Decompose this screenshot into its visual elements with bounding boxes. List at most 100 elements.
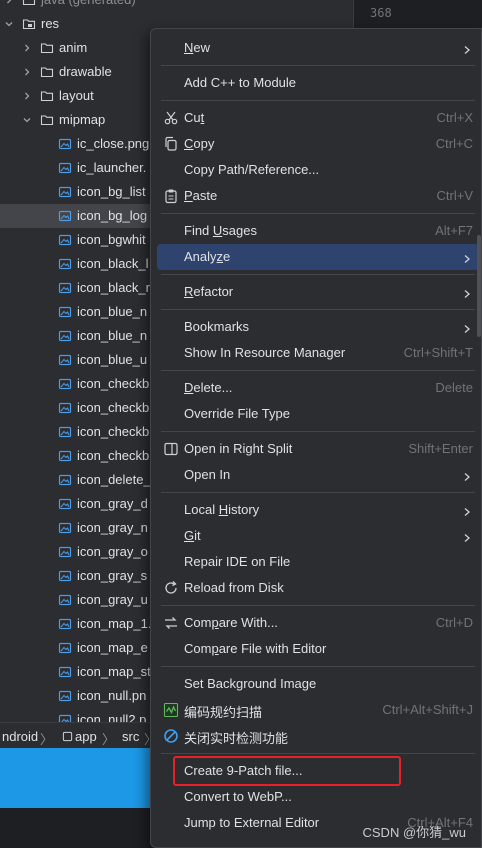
menu-item-set-background[interactable]: Set Background Image: [157, 671, 479, 697]
image-file-icon: [58, 257, 72, 271]
image-file-icon: [58, 161, 72, 175]
tree-item-label: icon_gray_o: [77, 544, 148, 559]
scan-icon: [163, 702, 179, 718]
image-file-icon: [58, 353, 72, 367]
menu-item-label: Refactor: [184, 284, 234, 299]
menu-item-git[interactable]: Git: [157, 523, 479, 549]
menu-item-cut[interactable]: Cut Ctrl+X: [157, 105, 479, 131]
module-icon: [62, 730, 73, 745]
image-file-icon: [58, 665, 72, 679]
tree-item-label: icon_bg_list: [77, 184, 146, 199]
menu-item-label: Override File Type: [184, 406, 290, 421]
menu-item-label: Copy Path/Reference...: [184, 162, 320, 177]
breadcrumb-item[interactable]: ndroid: [2, 729, 38, 744]
menu-item-analyze[interactable]: Analyze: [157, 244, 479, 270]
menu-item-label: Cut: [184, 110, 205, 125]
folder-icon: [40, 89, 54, 103]
tree-item-label: icon_blue_n: [77, 304, 148, 319]
menu-item-label: Open in Right Split: [184, 441, 293, 456]
menu-item-convert-webp[interactable]: Convert to WebP...: [157, 784, 479, 810]
menu-scrollbar[interactable]: [477, 235, 481, 337]
menu-item-new[interactable]: New: [157, 35, 479, 61]
menu-item-override-file-type[interactable]: Override File Type: [157, 401, 479, 427]
menu-separator: [161, 309, 475, 310]
menu-item-find-usages[interactable]: Find Usages Alt+F7: [157, 218, 479, 244]
menu-item-copy[interactable]: Copy Ctrl+C: [157, 131, 479, 157]
menu-separator: [161, 605, 475, 606]
menu-item-label: Reload from Disk: [184, 580, 284, 595]
tree-item-label: icon_bg_log: [77, 208, 148, 223]
menu-item-disable-realtime[interactable]: 关闭实时检测功能: [157, 723, 479, 749]
menu-item-open-in[interactable]: Open In: [157, 462, 479, 488]
tree-item-label: layout: [59, 88, 94, 103]
breadcrumb-item[interactable]: src: [122, 729, 139, 744]
menu-item-refactor[interactable]: Refactor: [157, 279, 479, 305]
menu-separator: [161, 100, 475, 101]
image-file-icon: [58, 689, 72, 703]
tree-item-label: icon_delete_: [77, 472, 151, 487]
menu-item-shortcut: Ctrl+D: [435, 615, 473, 630]
chevron-down-icon[interactable]: [22, 115, 32, 125]
menu-item-coding-guidelines[interactable]: 编码规约扫描 Ctrl+Alt+Shift+J: [157, 697, 479, 723]
image-file-icon: [58, 713, 72, 722]
menu-item-label: Compare File with Editor: [184, 641, 327, 656]
menu-item-shortcut: Ctrl+Shift+T: [403, 345, 473, 360]
menu-item-compare-with[interactable]: Compare With... Ctrl+D: [157, 610, 479, 636]
menu-separator: [161, 370, 475, 371]
chevron-right-icon: [463, 43, 471, 54]
breadcrumb-separator: 〉: [102, 732, 116, 747]
menu-item-shortcut: Ctrl+X: [436, 110, 473, 125]
menu-item-repair-ide[interactable]: Repair IDE on File: [157, 549, 479, 575]
menu-item-label: Analyze: [184, 249, 231, 264]
menu-item-label: Jump to External Editor: [184, 815, 320, 830]
menu-item-label: Copy: [184, 136, 215, 151]
menu-item-reload-disk[interactable]: Reload from Disk: [157, 575, 479, 601]
image-file-icon: [58, 521, 72, 535]
image-file-icon: [58, 281, 72, 295]
tree-item-label: anim: [59, 40, 88, 55]
chevron-down-icon[interactable]: [4, 19, 14, 29]
chevron-right-icon[interactable]: [4, 0, 14, 5]
menu-item-open-right-split[interactable]: Open in Right Split Shift+Enter: [157, 436, 479, 462]
tree-item-label: icon_map_1.: [77, 616, 152, 631]
menu-item-show-resource-manager[interactable]: Show In Resource Manager Ctrl+Shift+T: [157, 340, 479, 366]
tree-item-label: mipmap: [59, 112, 106, 127]
chevron-right-icon[interactable]: [22, 67, 32, 77]
tree-item-label: icon_checkb: [77, 424, 150, 439]
tree-item-label: icon_black_l: [77, 256, 149, 271]
image-file-icon: [58, 377, 72, 391]
tree-item-label: icon_blue_u: [77, 352, 148, 367]
reload-icon: [163, 580, 179, 596]
menu-item-bookmarks[interactable]: Bookmarks: [157, 314, 479, 340]
tree-item-label: icon_null.pn: [77, 688, 147, 703]
menu-item-add-cpp[interactable]: Add C++ to Module: [157, 70, 479, 96]
image-file-icon: [58, 617, 72, 631]
chevron-right-icon[interactable]: [22, 43, 32, 53]
tree-item-label: icon_map_st: [77, 664, 151, 679]
resource-folder-icon: [22, 17, 36, 31]
folder-icon: [40, 113, 54, 127]
menu-item-local-history[interactable]: Local History: [157, 497, 479, 523]
tree-item-label: icon_checkb: [77, 376, 150, 391]
image-file-icon: [58, 473, 72, 487]
tree-item-label: ic_launcher.: [77, 160, 147, 175]
menu-item-paste[interactable]: Paste Ctrl+V: [157, 183, 479, 209]
folder-icon: [40, 65, 54, 79]
menu-separator: [161, 431, 475, 432]
chevron-right-icon: [463, 505, 471, 516]
breadcrumb-item[interactable]: app: [75, 729, 97, 744]
tree-item-label: drawable: [59, 64, 112, 79]
menu-item-copy-path[interactable]: Copy Path/Reference...: [157, 157, 479, 183]
image-file-icon: [58, 641, 72, 655]
chevron-right-icon: [463, 252, 471, 263]
tree-item-label: icon_gray_n: [77, 520, 148, 535]
breadcrumb-separator: 〉: [40, 732, 54, 747]
menu-item-delete[interactable]: Delete... Delete: [157, 375, 479, 401]
menu-item-compare-editor[interactable]: Compare File with Editor: [157, 636, 479, 662]
copy-icon: [163, 136, 179, 152]
context-menu: New Add C++ to Module Cut Ctrl+X Copy Ctrl+C C…: [150, 28, 482, 848]
menu-item-label: Find Usages: [184, 223, 257, 238]
image-file-icon: [58, 329, 72, 343]
image-file-icon: [58, 497, 72, 511]
chevron-right-icon[interactable]: [22, 91, 32, 101]
